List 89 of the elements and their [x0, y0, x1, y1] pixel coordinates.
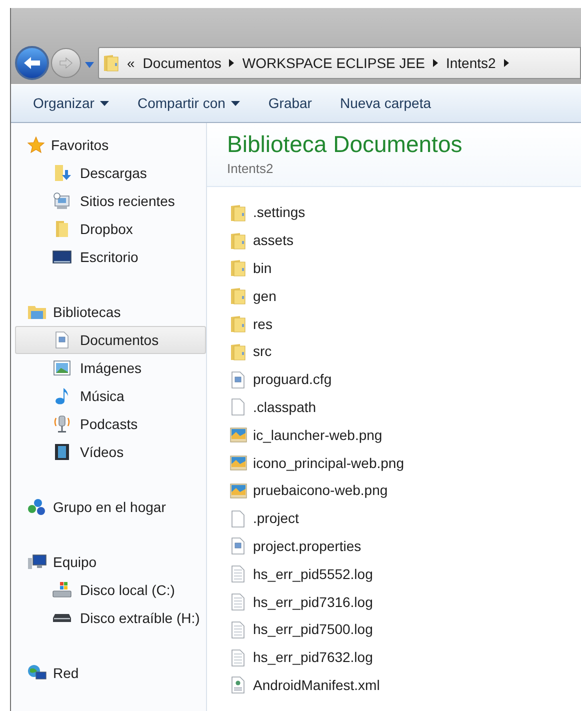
nav-group-header[interactable]: Equipo [11, 548, 206, 576]
nav-item[interactable]: Descargas [15, 159, 206, 187]
file-item[interactable]: project.properties [229, 532, 581, 560]
image-file-icon [230, 455, 246, 472]
toolbar-button[interactable]: Compartir con [129, 90, 248, 118]
back-arrow-icon [23, 56, 41, 70]
nav-group-header[interactable]: Red [11, 659, 206, 687]
text-file-icon [231, 648, 245, 667]
library-subtitle: Intents2 [227, 160, 274, 178]
file-item[interactable]: assets [229, 226, 581, 255]
caret-icon [85, 62, 94, 68]
homegroup-icon [27, 498, 47, 516]
image-file-icon [230, 482, 246, 499]
nav-item[interactable]: Escritorio [15, 243, 206, 271]
folder-icon [230, 259, 246, 278]
nav-group-header[interactable]: Bibliotecas [11, 298, 206, 326]
file-item[interactable]: gen [229, 282, 581, 310]
hard-drive-icon [52, 581, 72, 599]
music-note-icon [54, 387, 70, 405]
file-item[interactable]: hs_err_pid7316.log [229, 588, 581, 616]
file-item[interactable]: .project [229, 504, 581, 533]
caret-icon [231, 101, 240, 106]
breadcrumb-item[interactable]: Documentos [142, 52, 222, 74]
network-icon [27, 664, 47, 682]
toolbar-button[interactable]: Nueva carpeta [332, 90, 440, 118]
nav-group-header[interactable]: Grupo en el hogar [11, 493, 206, 521]
folder-icon [53, 220, 71, 238]
file-item[interactable]: hs_err_pid5552.log [229, 560, 581, 588]
settings-file-icon [231, 370, 245, 389]
download-folder-icon [53, 164, 71, 182]
file-item[interactable]: src [229, 338, 581, 366]
toolbar-button[interactable]: Grabar [260, 90, 320, 118]
folder-icon [230, 204, 246, 222]
file-item[interactable]: hs_err_pid7500.log [229, 616, 581, 644]
forward-arrow-icon [59, 57, 73, 69]
xml-file-icon [231, 676, 245, 694]
nav-group-header[interactable]: Favoritos [11, 131, 206, 159]
address-bar[interactable]: « Documentos WORKSPACE ECLIPSE JEE Intents2 [98, 47, 581, 79]
blank-file-icon [231, 510, 245, 528]
library-icon [27, 303, 47, 321]
nav-item[interactable]: Disco local (C:) [15, 576, 206, 604]
toolbar-button[interactable]: Organizar [25, 90, 118, 118]
nav-item[interactable]: Dropbox [15, 215, 206, 243]
chevron-icon [504, 59, 509, 67]
nav-item[interactable]: Documentos [15, 326, 206, 354]
file-item[interactable]: hs_err_pid7632.log [229, 644, 581, 672]
text-file-icon [231, 593, 245, 612]
desktop-icon [52, 249, 72, 265]
nav-item[interactable]: Disco extraíble (H:) [15, 604, 206, 632]
chevron-icon [229, 59, 234, 67]
nav-item[interactable]: Podcasts [15, 410, 206, 438]
recent-places-icon [53, 192, 71, 210]
breadcrumb-item[interactable]: WORKSPACE ECLIPSE JEE [242, 52, 425, 74]
microphone-icon [53, 415, 71, 433]
film-icon [54, 443, 70, 461]
folder-icon [230, 342, 246, 361]
file-item[interactable]: proguard.cfg [229, 366, 581, 394]
breadcrumb-item[interactable]: Intents2 [446, 52, 496, 74]
file-item[interactable]: .settings [229, 199, 581, 227]
file-item[interactable]: bin [229, 254, 581, 282]
nav-item[interactable]: Sitios recientes [15, 187, 206, 215]
folder-icon [230, 287, 246, 306]
file-item[interactable]: AndroidManifest.xml [229, 672, 581, 700]
folder-icon [103, 54, 119, 72]
file-item[interactable]: ic_launcher-web.png [229, 421, 581, 450]
text-file-icon [231, 620, 245, 639]
settings-file-icon [231, 537, 245, 556]
chevron-icon [432, 59, 438, 67]
file-item[interactable]: pruebaicono-web.png [229, 476, 581, 505]
back-button[interactable] [15, 46, 49, 80]
folder-icon [230, 232, 246, 250]
library-title: Biblioteca Documentos [227, 130, 464, 159]
blank-file-icon [231, 398, 245, 416]
file-item[interactable]: icono_principal-web.png [229, 449, 581, 477]
breadcrumb-item[interactable]: « [127, 52, 135, 74]
removable-drive-icon [52, 613, 72, 623]
nav-item[interactable]: Música [15, 382, 206, 410]
document-icon [55, 331, 69, 349]
text-file-icon [231, 565, 245, 584]
nav-item[interactable]: Imágenes [15, 354, 206, 382]
nav-item[interactable]: Vídeos [15, 438, 206, 466]
computer-icon [27, 553, 47, 571]
image-icon [53, 360, 71, 376]
file-item[interactable]: res [229, 310, 581, 338]
folder-icon [230, 315, 246, 334]
caret-icon [100, 101, 110, 106]
image-file-icon [230, 427, 246, 444]
star-icon [27, 136, 45, 154]
file-item[interactable]: .classpath [229, 394, 581, 422]
